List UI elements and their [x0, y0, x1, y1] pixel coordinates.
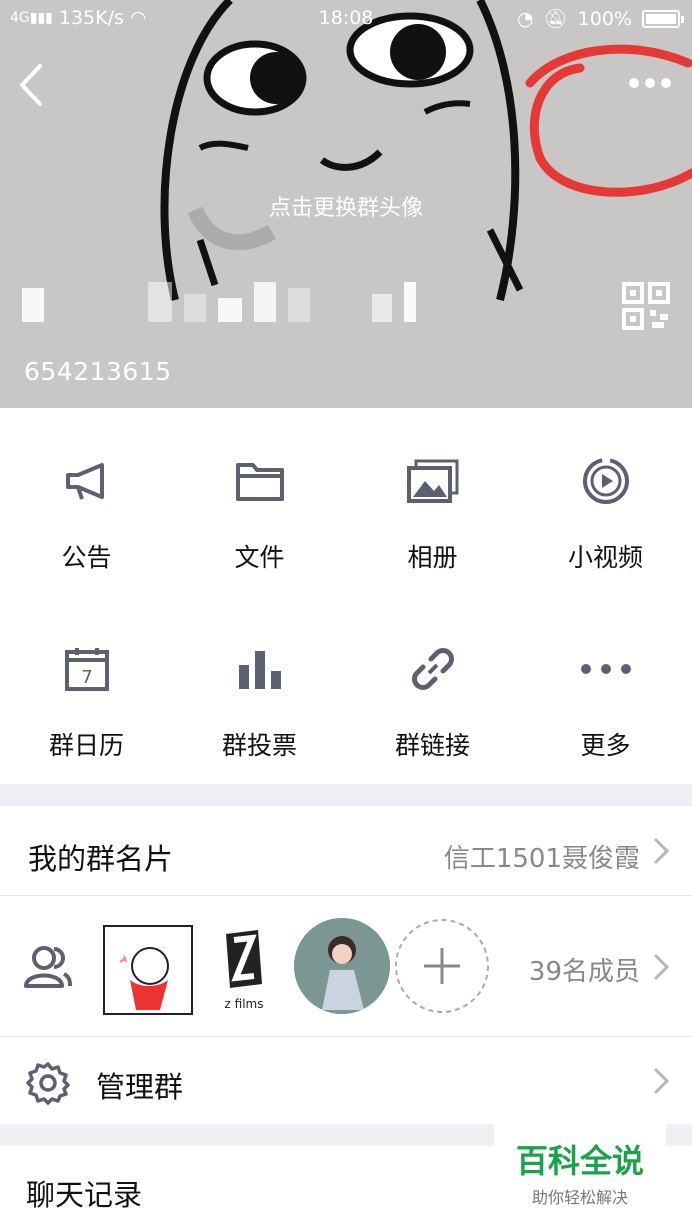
status-right: ◔ 🔕︎ 100%	[516, 7, 684, 30]
grid-item-album[interactable]: 相册	[346, 408, 519, 596]
chevron-right-icon	[653, 1067, 670, 1095]
more-dots-icon	[575, 638, 637, 700]
megaphone-icon	[56, 450, 118, 512]
dot	[645, 78, 655, 88]
group-id: 654213615	[24, 357, 172, 386]
back-button[interactable]	[14, 60, 54, 110]
grid-label: 小视频	[567, 543, 643, 572]
grid-label: 群投票	[221, 731, 297, 760]
gear-icon	[26, 1062, 70, 1105]
row-title: 聊天记录	[26, 1178, 143, 1212]
row-title: 我的群名片	[28, 842, 174, 876]
grid-item-announcement[interactable]: 公告	[0, 408, 173, 596]
calendar-icon: 7	[56, 638, 118, 700]
grid-item-vote[interactable]: 群投票	[173, 596, 346, 784]
battery-percent: 100%	[577, 7, 632, 30]
grid-label: 相册	[407, 543, 458, 572]
battery-icon	[642, 9, 684, 28]
group-header[interactable]: 4G▮▮▮ 135K/s ◠ 18:08 ◔ 🔕︎ 100% 点击更换群头像 6…	[0, 0, 692, 408]
more-options-button[interactable]	[624, 66, 676, 100]
red-circle-annotation	[525, 44, 692, 197]
grid-item-calendar[interactable]: 7 群日历	[0, 596, 173, 784]
group-name-blurred[interactable]	[22, 282, 416, 322]
folder-icon	[229, 450, 291, 512]
dot	[661, 78, 671, 88]
calendar-day: 7	[81, 667, 92, 688]
watermark-subtitle: 助你轻松解决	[531, 1188, 628, 1207]
grid-item-video[interactable]: 小视频	[519, 408, 692, 596]
grid-item-link[interactable]: 群链接	[346, 596, 519, 784]
member-avatar[interactable]: z films	[196, 922, 292, 1018]
grid-item-files[interactable]: 文件	[173, 408, 346, 596]
members-icon	[24, 946, 72, 988]
grid-label: 文件	[234, 543, 285, 572]
change-avatar-hint[interactable]: 点击更换群头像	[0, 190, 692, 222]
bell-muted-icon: 🔕︎	[543, 8, 568, 30]
avatar-caption: z films	[225, 997, 264, 1011]
member-avatar[interactable]	[294, 918, 390, 1014]
qr-code-icon[interactable]	[622, 282, 670, 330]
grid-label: 群链接	[394, 731, 470, 760]
link-icon	[402, 638, 464, 700]
grid-label: 公告	[61, 543, 112, 572]
watermark-title: 百科全说	[515, 1142, 644, 1180]
headset-icon: ◔	[516, 7, 534, 30]
video-icon	[575, 450, 637, 512]
chevron-right-icon	[653, 837, 670, 865]
group-card-name: 信工1501聂俊霞	[443, 844, 640, 874]
album-icon	[402, 450, 464, 512]
member-avatar[interactable]	[100, 922, 196, 1018]
member-count: 39名成员	[528, 957, 640, 987]
feature-grid: 公告 文件 相册 小视频 7 群日历 群投票 群链接 更多	[0, 408, 692, 784]
members-row[interactable]: z films 39名成员	[0, 896, 692, 1036]
row-title: 管理群	[96, 1070, 184, 1104]
manage-group-row[interactable]: 管理群	[0, 1037, 692, 1124]
grid-label: 群日历	[48, 731, 124, 760]
my-group-card-row[interactable]: 我的群名片 信工1501聂俊霞	[0, 806, 692, 895]
grid-item-more[interactable]: 更多	[519, 596, 692, 784]
dot	[629, 78, 639, 88]
add-member-button[interactable]	[394, 918, 490, 1014]
bar-chart-icon	[229, 638, 291, 700]
chevron-right-icon	[653, 953, 670, 981]
watermark-logo: 百科全说 助你轻松解决	[494, 1122, 666, 1208]
grid-label: 更多	[580, 731, 631, 760]
